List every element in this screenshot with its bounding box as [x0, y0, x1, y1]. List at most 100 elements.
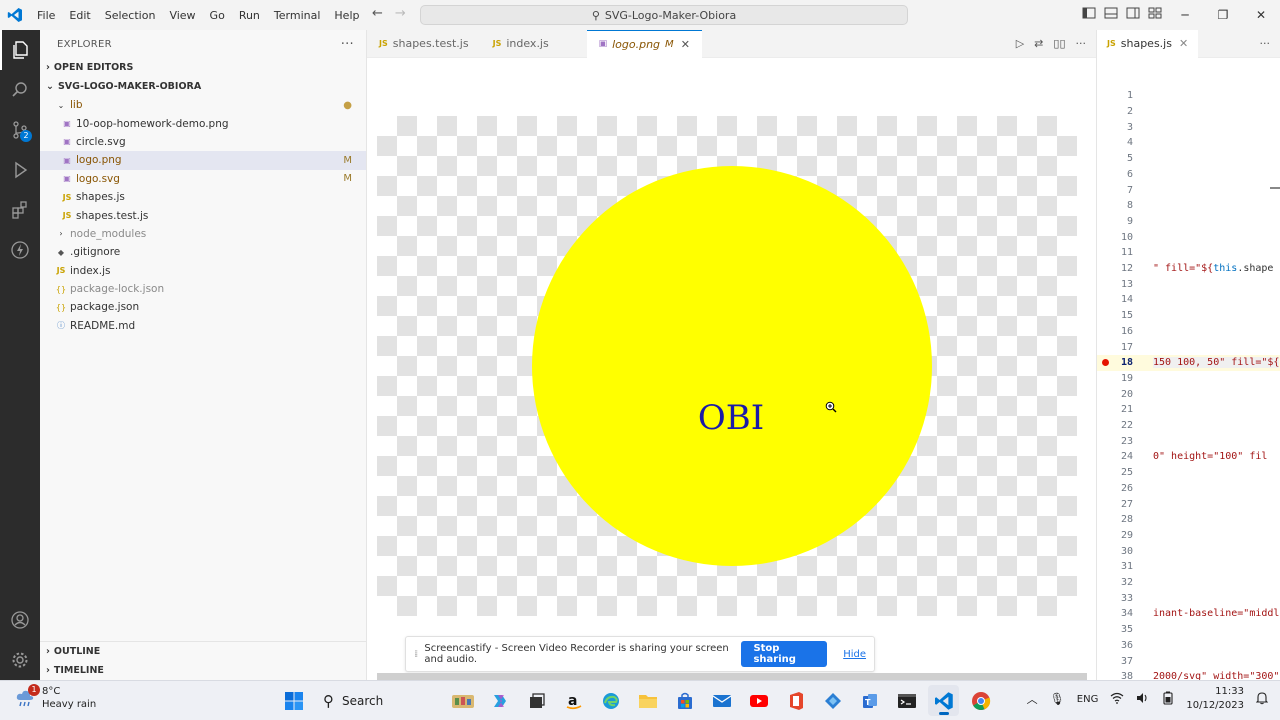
tree-file[interactable]: ◆ .gitignore: [40, 243, 366, 261]
open-editors-section[interactable]: › OPEN EDITORS: [40, 58, 366, 77]
stop-sharing-button[interactable]: Stop sharing: [741, 641, 828, 667]
source-control-icon[interactable]: 2: [0, 110, 40, 150]
taskbar-search[interactable]: ⚲ Search: [315, 685, 441, 716]
code-line[interactable]: 19: [1097, 371, 1280, 387]
chrome-icon[interactable]: [965, 685, 996, 716]
tab-shapes-js[interactable]: JS shapes.js ✕: [1097, 30, 1199, 58]
search-view-icon[interactable]: [0, 70, 40, 110]
hide-link[interactable]: Hide: [843, 649, 866, 660]
code-line[interactable]: 28: [1097, 512, 1280, 528]
terminal-icon[interactable]: [891, 685, 922, 716]
settings-gear-icon[interactable]: [0, 640, 40, 680]
mail-icon[interactable]: [706, 685, 737, 716]
menu-go[interactable]: Go: [203, 9, 232, 22]
menu-view[interactable]: View: [162, 9, 202, 22]
tree-file[interactable]: ⓘ README.md: [40, 317, 366, 335]
code-line[interactable]: 10: [1097, 229, 1280, 245]
extensions-icon[interactable]: [0, 190, 40, 230]
youtube-icon[interactable]: [743, 685, 774, 716]
code-line[interactable]: 18 150 100, 50" fill="${: [1097, 354, 1280, 371]
clock[interactable]: 11:33 10/12/2023: [1186, 685, 1244, 713]
code-line[interactable]: 30: [1097, 543, 1280, 559]
timeline-section[interactable]: › TIMELINE: [40, 661, 367, 680]
horizontal-scrollbar[interactable]: [377, 673, 1087, 680]
close-icon[interactable]: ✕: [1242, 0, 1280, 30]
code-line[interactable]: 6: [1097, 167, 1280, 183]
code-line[interactable]: 32: [1097, 575, 1280, 591]
language-indicator[interactable]: ENG: [1077, 694, 1099, 705]
edge-browser-icon[interactable]: [595, 685, 626, 716]
run-debug-icon[interactable]: [0, 150, 40, 190]
code-line[interactable]: 12 " fill="${this.shape: [1097, 261, 1280, 277]
tree-file[interactable]: JS shapes.test.js: [40, 206, 366, 224]
forward-arrow-icon[interactable]: →: [395, 6, 406, 21]
outline-section[interactable]: › OUTLINE: [40, 642, 367, 661]
toggle-primary-sidebar-icon[interactable]: [1082, 6, 1096, 20]
vs-code-diamond-icon[interactable]: [817, 685, 848, 716]
toggle-panel-icon[interactable]: [1104, 6, 1118, 20]
split-editor-icon[interactable]: ▯▯: [1053, 37, 1065, 50]
code-line[interactable]: 37: [1097, 653, 1280, 669]
code-line[interactable]: 26: [1097, 481, 1280, 497]
run-icon[interactable]: ▷: [1016, 37, 1024, 50]
tree-file[interactable]: JS shapes.js: [40, 188, 366, 206]
image-preview[interactable]: OBI: [377, 116, 1077, 616]
code-line[interactable]: 9: [1097, 214, 1280, 230]
notification-bell-icon[interactable]: [1255, 691, 1269, 708]
code-line[interactable]: 8: [1097, 198, 1280, 214]
command-center[interactable]: ⚲ SVG-Logo-Maker-Obiora: [420, 5, 908, 25]
more-actions-icon[interactable]: ···: [1260, 37, 1271, 50]
code-line[interactable]: 17: [1097, 339, 1280, 355]
widgets-icon[interactable]: [447, 685, 478, 716]
code-line[interactable]: 5: [1097, 151, 1280, 167]
more-actions-icon[interactable]: ···: [1076, 37, 1087, 50]
menu-run[interactable]: Run: [232, 9, 267, 22]
wifi-icon[interactable]: [1110, 692, 1124, 707]
tree-folder-lib[interactable]: ⌄ lib ●: [40, 96, 366, 114]
tree-file[interactable]: {} package-lock.json: [40, 280, 366, 298]
code-line[interactable]: 16: [1097, 324, 1280, 340]
code-line[interactable]: 7: [1097, 182, 1280, 198]
vscode-taskbar-icon[interactable]: [928, 685, 959, 716]
tree-folder-node-modules[interactable]: › node_modules: [40, 225, 366, 243]
code-line[interactable]: 1: [1097, 88, 1280, 104]
tab-shapes-test-js[interactable]: JS shapes.test.js: [367, 30, 481, 58]
menu-file[interactable]: File: [30, 9, 62, 22]
code-line[interactable]: 24 0" height="100" fil: [1097, 449, 1280, 465]
compare-icon[interactable]: ⇄: [1034, 37, 1043, 50]
code-line[interactable]: 29: [1097, 528, 1280, 544]
tree-file[interactable]: JS index.js: [40, 262, 366, 280]
code-line[interactable]: 15: [1097, 308, 1280, 324]
task-view-icon[interactable]: [521, 685, 552, 716]
code-line[interactable]: 13: [1097, 276, 1280, 292]
windows-start-icon[interactable]: [278, 685, 309, 716]
office-icon[interactable]: [780, 685, 811, 716]
copilot-icon[interactable]: [484, 685, 515, 716]
code-line[interactable]: 3: [1097, 119, 1280, 135]
code-line[interactable]: 4: [1097, 135, 1280, 151]
remote-lightning-icon[interactable]: [0, 230, 40, 270]
code-line[interactable]: 34 inant-baseline="middl: [1097, 606, 1280, 622]
code-line[interactable]: 33: [1097, 590, 1280, 606]
code-line[interactable]: 27: [1097, 496, 1280, 512]
code-line[interactable]: 31: [1097, 559, 1280, 575]
code-line[interactable]: 23: [1097, 433, 1280, 449]
weather-widget[interactable]: 8°C Heavy rain 1: [14, 684, 96, 711]
teams-icon[interactable]: T: [854, 685, 885, 716]
code-line[interactable]: 2: [1097, 104, 1280, 120]
accounts-icon[interactable]: [0, 600, 40, 640]
close-tab-icon[interactable]: ✕: [681, 38, 690, 51]
code-line[interactable]: 14: [1097, 292, 1280, 308]
code-line[interactable]: 25: [1097, 465, 1280, 481]
tree-file-selected[interactable]: ▣ logo.png M: [40, 151, 366, 170]
tree-file[interactable]: ▣ circle.svg: [40, 133, 366, 151]
volume-icon[interactable]: [1136, 692, 1150, 707]
customize-layout-icon[interactable]: [1148, 6, 1162, 20]
toggle-secondary-sidebar-icon[interactable]: [1126, 6, 1140, 20]
back-arrow-icon[interactable]: ←: [372, 6, 383, 21]
menu-selection[interactable]: Selection: [98, 9, 163, 22]
menu-help[interactable]: Help: [327, 9, 366, 22]
code-line[interactable]: 11: [1097, 245, 1280, 261]
project-section[interactable]: ⌄ SVG-LOGO-MAKER-OBIORA: [40, 77, 366, 96]
drag-handle-icon[interactable]: ⁞⁞: [414, 649, 419, 660]
